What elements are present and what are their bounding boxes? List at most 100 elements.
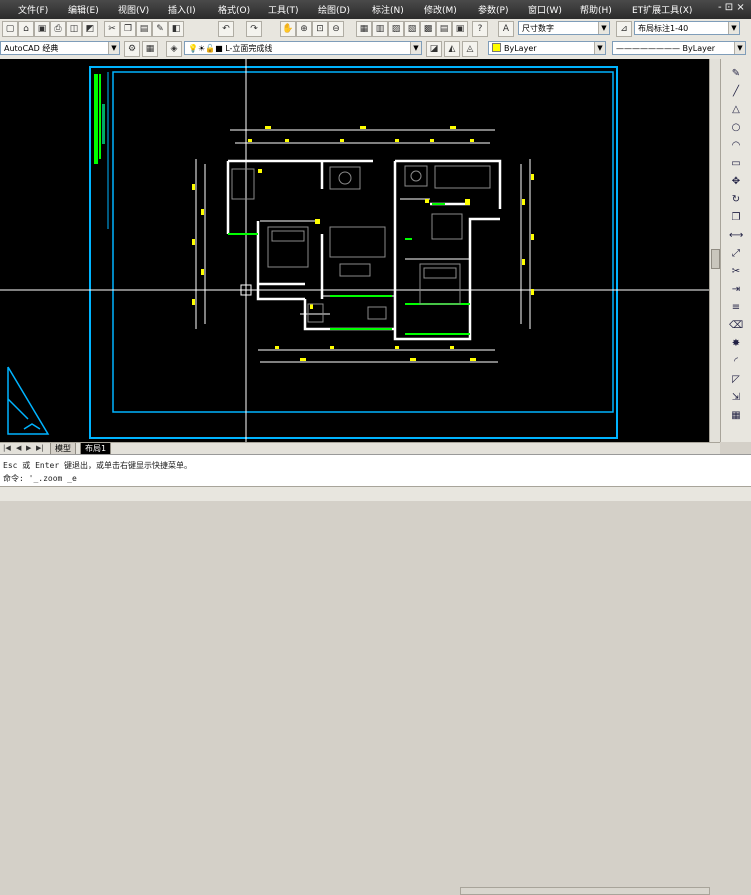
horizontal-scrollbar[interactable] (460, 887, 710, 895)
scroll-thumb[interactable] (711, 249, 720, 269)
fillet-icon[interactable]: ◜ (729, 355, 743, 368)
tab-last-icon[interactable]: ▶| (36, 444, 44, 452)
array-icon[interactable]: ▦ (729, 409, 743, 422)
pan-icon[interactable]: ✋ (280, 21, 296, 37)
menu-format[interactable]: 格式(O) (218, 3, 250, 16)
layer-isolate-icon[interactable]: ◬ (462, 41, 478, 57)
menu-modify[interactable]: 修改(M) (424, 3, 457, 16)
undo-icon[interactable]: ↶ (218, 21, 234, 37)
dim-style-value: 尺寸数字 (522, 24, 554, 33)
menu-edit[interactable]: 编辑(E) (68, 3, 99, 16)
open-icon[interactable]: ⌂ (18, 21, 34, 37)
color-select[interactable]: ByLayer ▼ (488, 41, 606, 55)
chamfer-icon[interactable]: ◸ (729, 373, 743, 386)
paste-icon[interactable]: ▤ (136, 21, 152, 37)
trim-icon[interactable]: ✂ (729, 265, 743, 278)
markup-icon[interactable]: ▩ (420, 21, 436, 37)
top-dim-labels (248, 126, 474, 142)
zoom-realtime-icon[interactable]: ⊕ (296, 21, 312, 37)
tool-palette-icon[interactable]: ▨ (388, 21, 404, 37)
calculator-icon[interactable]: ▣ (452, 21, 468, 37)
drawing-canvas[interactable] (0, 59, 720, 442)
layer-properties-icon[interactable]: ▦ (142, 41, 158, 57)
menu-insert[interactable]: 插入(I) (168, 3, 196, 16)
menu-dimension[interactable]: 标注(N) (372, 3, 404, 16)
menu-help[interactable]: 帮助(H) (580, 3, 612, 16)
chevron-down-icon: ▼ (734, 42, 745, 54)
mirror-icon[interactable]: ⟷ (729, 229, 743, 242)
menu-window[interactable]: 窗口(W) (528, 3, 562, 16)
bottom-dim-labels (275, 346, 476, 361)
cut-icon[interactable]: ✂ (104, 21, 120, 37)
polyline-icon[interactable]: △ (729, 103, 743, 116)
redo-icon[interactable]: ↷ (246, 21, 262, 37)
chevron-down-icon: ▼ (410, 42, 421, 54)
layer-state-icons: 💡☀🔓■ (188, 44, 226, 53)
chevron-down-icon: ▼ (108, 42, 119, 54)
layout-style-select[interactable]: 布局标注1-40 ▼ (634, 21, 740, 35)
workspace-select[interactable]: AutoCAD 经典 ▼ (0, 41, 120, 55)
bottom-dimensions (258, 349, 498, 363)
copy-icon[interactable]: ❐ (120, 21, 136, 37)
line-icon[interactable]: ╱ (729, 85, 743, 98)
print-icon[interactable]: ⎙ (50, 21, 66, 37)
save-icon[interactable]: ▣ (34, 21, 50, 37)
make-current-icon[interactable]: ◪ (426, 41, 442, 57)
rotate-icon[interactable]: ↻ (729, 193, 743, 206)
zoom-window-icon[interactable]: ⊡ (312, 21, 328, 37)
tab-first-icon[interactable]: |◀ (3, 444, 11, 452)
workspace-settings-icon[interactable]: ⚙ (124, 41, 140, 57)
command-line[interactable]: Esc 或 Enter 键退出，或单击右键显示快捷菜单。 命令: '_.zoom… (0, 454, 751, 487)
copy-icon[interactable]: ❐ (729, 211, 743, 224)
menu-tools[interactable]: 工具(T) (268, 3, 299, 16)
menu-bar: 文件(F) 编辑(E) 视图(V) 插入(I) 格式(O) 工具(T) 绘图(D… (0, 0, 751, 19)
preview-icon[interactable]: ◫ (66, 21, 82, 37)
dim-style-select[interactable]: 尺寸数字 ▼ (518, 21, 610, 35)
match-properties-icon[interactable]: ✎ (152, 21, 168, 37)
text-style-icon[interactable]: A (498, 21, 514, 37)
extend-icon[interactable]: ⇥ (729, 283, 743, 296)
layer-previous-icon[interactable]: ◭ (444, 41, 460, 57)
linetype-value: ByLayer (682, 44, 716, 53)
layer-value: L-立面完成线 (225, 44, 273, 53)
command-prompt[interactable]: 命令: '_.zoom _e (3, 473, 77, 484)
pencil-icon[interactable]: ✎ (729, 67, 743, 80)
window-lines (228, 203, 470, 335)
help-icon[interactable]: ? (472, 21, 488, 37)
menu-file[interactable]: 文件(F) (18, 3, 48, 16)
menu-view[interactable]: 视图(V) (118, 3, 149, 16)
sheet-set-icon[interactable]: ▧ (404, 21, 420, 37)
command-history: Esc 或 Enter 键退出，或单击右键显示快捷菜单。 (3, 461, 192, 470)
layers-toolbar: AutoCAD 经典 ▼ ⚙ ▦ ◈ 💡☀🔓■ L-立面完成线 ▼ ◪ ◭ ◬ … (0, 39, 751, 60)
menu-draw[interactable]: 绘图(D) (318, 3, 350, 16)
arc-icon[interactable]: ◠ (729, 139, 743, 152)
layer-select[interactable]: 💡☀🔓■ L-立面完成线 ▼ (184, 41, 422, 55)
menu-et-tools[interactable]: ET扩展工具(X) (632, 3, 692, 16)
rectangle-icon[interactable]: ▭ (729, 157, 743, 170)
tab-next-icon[interactable]: ▶ (26, 444, 31, 452)
standard-toolbar: ▢ ⌂ ▣ ⎙ ◫ ◩ ✂ ❐ ▤ ✎ ◧ ↶ ↷ ✋ ⊕ ⊡ ⊖ ▦ ▥ ▨ … (0, 19, 751, 40)
block-editor-icon[interactable]: ◧ (168, 21, 184, 37)
modify-toolbar: ✎ ╱ △ ○ ◠ ▭ ✥ ↻ ❐ ⟷ ⤢ ✂ ⇥ ≡ ⌫ ✸ ◜ ◸ ⇲ ▦ (720, 59, 751, 442)
erase-icon[interactable]: ⌫ (729, 319, 743, 332)
circle-icon[interactable]: ○ (729, 121, 743, 134)
explode-icon[interactable]: ✸ (729, 337, 743, 350)
publish-icon[interactable]: ◩ (82, 21, 98, 37)
viewport-frame-inner (112, 71, 614, 413)
menu-parameters[interactable]: 参数(P) (478, 3, 508, 16)
legend-strip (94, 74, 105, 164)
offset-icon[interactable]: ≡ (729, 301, 743, 314)
design-center-icon[interactable]: ▥ (372, 21, 388, 37)
window-controls[interactable]: - ⊡ × (718, 2, 745, 13)
stretch-icon[interactable]: ⇲ (729, 391, 743, 404)
properties-icon[interactable]: ▦ (356, 21, 372, 37)
layer-manager-icon[interactable]: ◈ (166, 41, 182, 57)
dim-style-manager-icon[interactable]: ⊿ (616, 21, 632, 37)
new-icon[interactable]: ▢ (2, 21, 18, 37)
tab-prev-icon[interactable]: ◀ (16, 444, 21, 452)
move-icon[interactable]: ✥ (729, 175, 743, 188)
zoom-previous-icon[interactable]: ⊖ (328, 21, 344, 37)
linetype-select[interactable]: ———————— ByLayer ▼ (612, 41, 746, 55)
scale-icon[interactable]: ⤢ (729, 247, 743, 260)
quick-calc-icon[interactable]: ▤ (436, 21, 452, 37)
